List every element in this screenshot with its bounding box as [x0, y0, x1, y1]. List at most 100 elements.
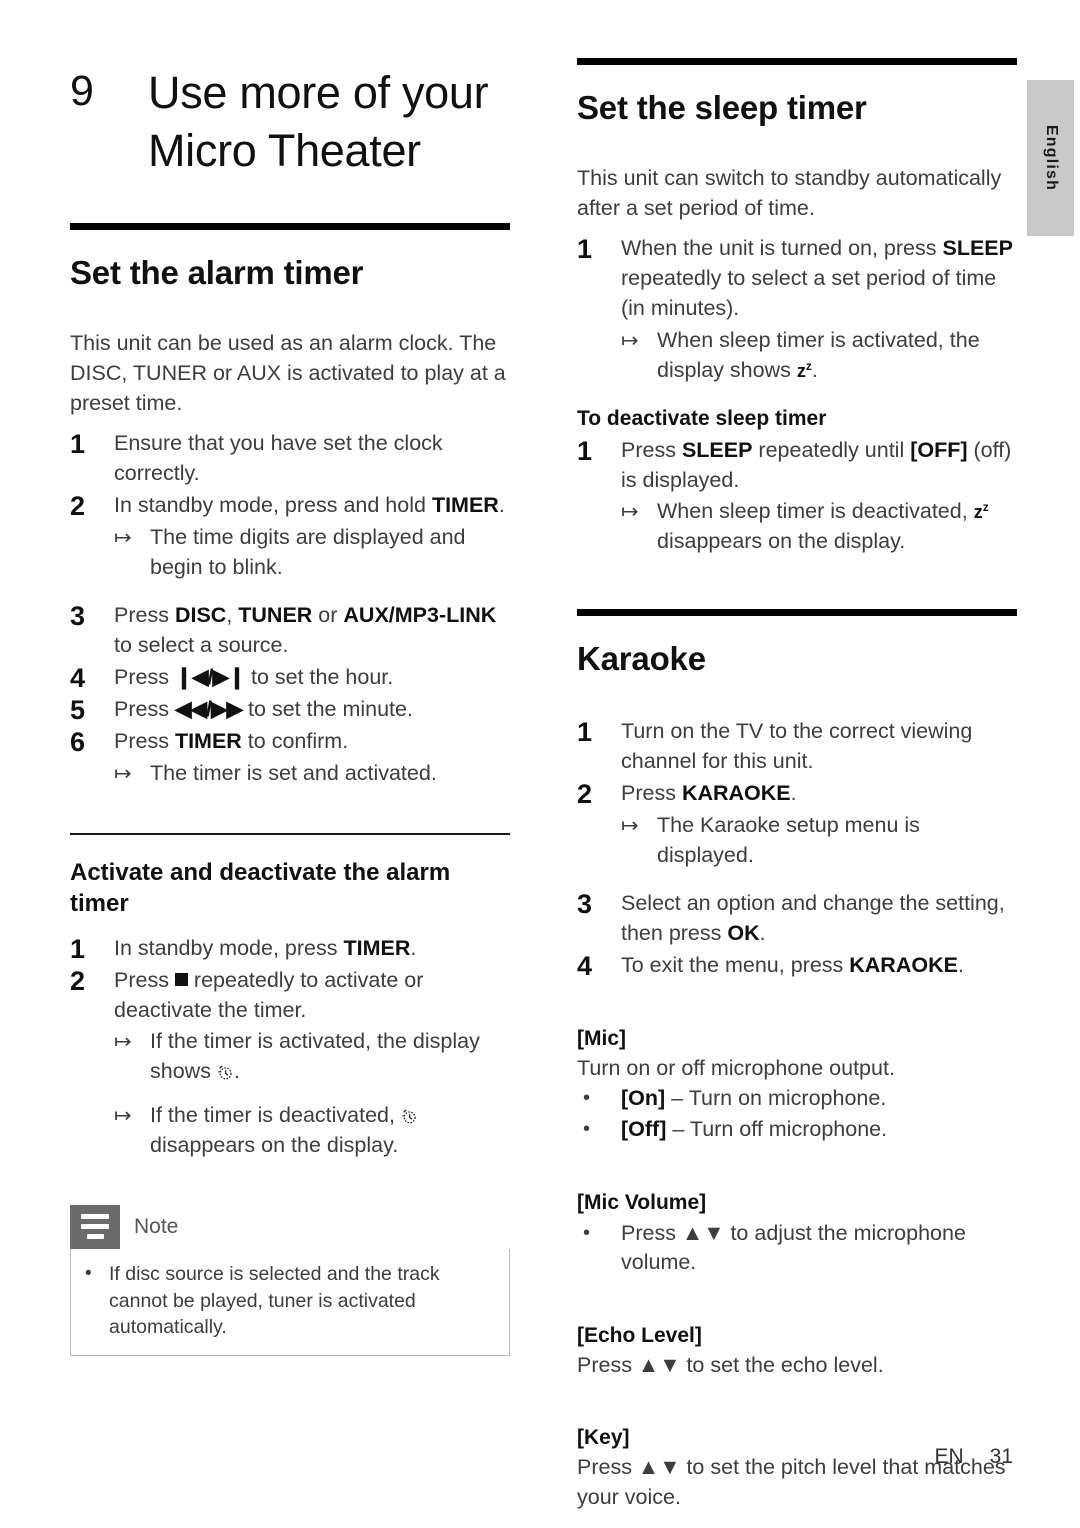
manual-page: 9 Use more of your Micro Theater Set the… — [0, 0, 1080, 1528]
activate-step-2: 2 Press repeatedly to activate or deacti… — [70, 966, 510, 1026]
result-arrow-icon: ↦ — [114, 1030, 132, 1054]
heading-set-sleep-timer: Set the sleep timer — [577, 89, 867, 126]
key-label-aux: AUX/MP3-LINK — [343, 602, 497, 627]
step-number: 2 — [70, 490, 86, 521]
bullet-text: Press ▲▼ to adjust the microphone volume… — [621, 1220, 966, 1275]
step-number: 5 — [70, 694, 86, 725]
value-on: [On] — [621, 1086, 666, 1111]
bullet-dot-icon: • — [583, 1221, 591, 1244]
alarm-step-2: 2 In standby mode, press and hold TIMER. — [70, 491, 510, 521]
step-text-lead: In standby mode, press and hold — [114, 492, 432, 517]
sep-or: or — [312, 602, 344, 627]
result-text-tail: disappears on the display. — [150, 1133, 399, 1158]
note-body: • If disc source is selected and the tra… — [70, 1248, 510, 1356]
result-text: When sleep timer is deactivated, zz disa… — [657, 497, 1017, 557]
bullet-text: [Off] – Turn off microphone. — [621, 1115, 1017, 1145]
result-text: If the timer is deactivated, disappears … — [150, 1101, 510, 1161]
step-text-tail: . — [790, 781, 797, 806]
heading-deactivate-sleep-timer: To deactivate sleep timer — [577, 407, 827, 431]
step-text-tail: . — [957, 952, 964, 977]
step-text: In standby mode, press and hold TIMER. — [114, 491, 510, 521]
bullet-dot-icon: • — [583, 1118, 591, 1141]
step-number: 1 — [70, 933, 86, 964]
step-number: 4 — [577, 950, 593, 981]
heading-set-alarm-timer: Set the alarm timer — [70, 254, 364, 292]
prev-next-track-icon: ❙◀/▶❙ — [174, 664, 246, 689]
step-text-lead: Press — [114, 664, 175, 689]
note-tab: Note — [70, 1204, 510, 1249]
step-text-lead: Select an option and change the setting,… — [621, 891, 1005, 946]
alarm-intro-paragraph: This unit can be used as an alarm clock.… — [70, 331, 506, 416]
value-off: [Off] — [621, 1117, 667, 1142]
rewind-forward-icon: ◀◀/▶▶ — [174, 696, 243, 721]
step-text-lead: Press — [621, 781, 682, 806]
alarm-step-4: 4 Press ❙◀/▶❙ to set the hour. — [70, 663, 510, 693]
alarm-clock-icon — [401, 1104, 418, 1124]
section-rule-sleep — [577, 58, 1017, 65]
result-text: The time digits are displayed and begin … — [150, 525, 466, 579]
step-text-lead: In standby mode, press — [114, 935, 344, 960]
right-column: Set the sleep timer This unit can switch… — [577, 58, 1017, 1513]
step-number: 1 — [70, 429, 86, 460]
karaoke-option-mic: [Mic] Turn on or off microphone output. … — [577, 1025, 1017, 1145]
step-text: Press repeatedly to activate or deactiva… — [114, 966, 510, 1026]
bullet-text: [On] – Turn on microphone. — [621, 1084, 1017, 1114]
step-text: Turn on the TV to the correct viewing ch… — [621, 719, 973, 774]
result-arrow-icon: ↦ — [621, 814, 639, 838]
chapter-number: 9 — [70, 67, 94, 115]
karaoke-step-1: 1 Turn on the TV to the correct viewing … — [577, 717, 1017, 777]
result-text-lead: If the timer is activated, the display s… — [150, 1029, 480, 1084]
alarm-step-6-result: ↦ The timer is set and activated. — [70, 759, 510, 789]
alarm-step-3: 3 Press DISC, TUNER or AUX/MP3-LINK to s… — [70, 601, 510, 661]
karaoke-step-2: 2 Press KARAOKE. — [577, 779, 1017, 809]
sleep-step-1: 1 When the unit is turned on, press SLEE… — [577, 234, 1017, 324]
stop-square-icon — [174, 972, 188, 986]
bullet-dot-icon: • — [583, 1087, 591, 1110]
alarm-clock-icon — [217, 1060, 234, 1080]
chapter-heading: Use more of your Micro Theater — [148, 67, 489, 176]
activate-result-2: ↦ If the timer is deactivated, disappear… — [70, 1101, 510, 1161]
key-label-timer: TIMER — [343, 935, 411, 960]
result-arrow-icon: ↦ — [621, 328, 639, 352]
key-label-karaoke: KARAOKE — [681, 781, 791, 806]
result-text: If the timer is activated, the display s… — [150, 1027, 510, 1087]
key-label-timer: TIMER — [431, 492, 499, 517]
result-arrow-icon: ↦ — [114, 762, 132, 786]
step-text: Press ❙◀/▶❙ to set the hour. — [114, 663, 510, 693]
key-label-karaoke: KARAOKE — [849, 952, 958, 977]
sleep-z-icon: zz — [973, 500, 989, 523]
section-rule-karaoke — [577, 609, 1017, 617]
chapter-title-block: 9 Use more of your Micro Theater — [70, 64, 510, 179]
language-tab: English — [1027, 80, 1074, 236]
option-title: [Echo Level] — [577, 1324, 702, 1348]
alarm-step-5: 5 Press ◀◀/▶▶ to set the minute. — [70, 695, 510, 725]
result-text: The Karaoke setup menu is displayed. — [657, 813, 920, 868]
step-text-lead: To exit the menu, press — [621, 952, 850, 977]
bullet-text-tail: – Turn off microphone. — [666, 1117, 888, 1142]
karaoke-step-3: 3 Select an option and change the settin… — [577, 889, 1017, 949]
key-label-sleep: SLEEP — [942, 236, 1013, 260]
result-arrow-icon: ↦ — [621, 500, 639, 524]
step-number: 4 — [70, 662, 86, 693]
step-number: 1 — [577, 717, 593, 748]
karaoke-option-mic-volume: [Mic Volume] • Press ▲▼ to adjust the mi… — [577, 1189, 1017, 1278]
step-text-tail: to set the minute. — [242, 696, 413, 721]
key-label-timer: TIMER — [174, 729, 242, 754]
note-item-text: If disc source is selected and the track… — [109, 1262, 440, 1339]
note-box: Note • If disc source is selected and th… — [70, 1204, 510, 1356]
result-text-lead: If the timer is deactivated, — [150, 1103, 401, 1128]
step-text-lead: Press — [114, 967, 175, 992]
heading-activate-deactivate-alarm: Activate and deactivate the alarm timer — [70, 859, 451, 918]
step-text: To exit the menu, press KARAOKE. — [621, 951, 1017, 981]
step-text-lead: Press — [114, 696, 175, 721]
step-number: 1 — [577, 234, 593, 264]
section-rule-alarm — [70, 223, 510, 231]
note-lines-icon — [70, 1204, 120, 1249]
alarm-step-2-result: ↦ The time digits are displayed and begi… — [70, 523, 510, 583]
option-description: Press ▲▼ to set the echo level. — [577, 1352, 884, 1377]
step-text: Press SLEEP repeatedly until [OFF] (off)… — [621, 436, 1017, 496]
option-description: Turn on or off microphone output. — [577, 1055, 895, 1080]
step-text-tail: . — [410, 935, 417, 960]
result-arrow-icon: ↦ — [114, 1104, 132, 1128]
activate-step-1: 1 In standby mode, press TIMER. — [70, 934, 510, 964]
